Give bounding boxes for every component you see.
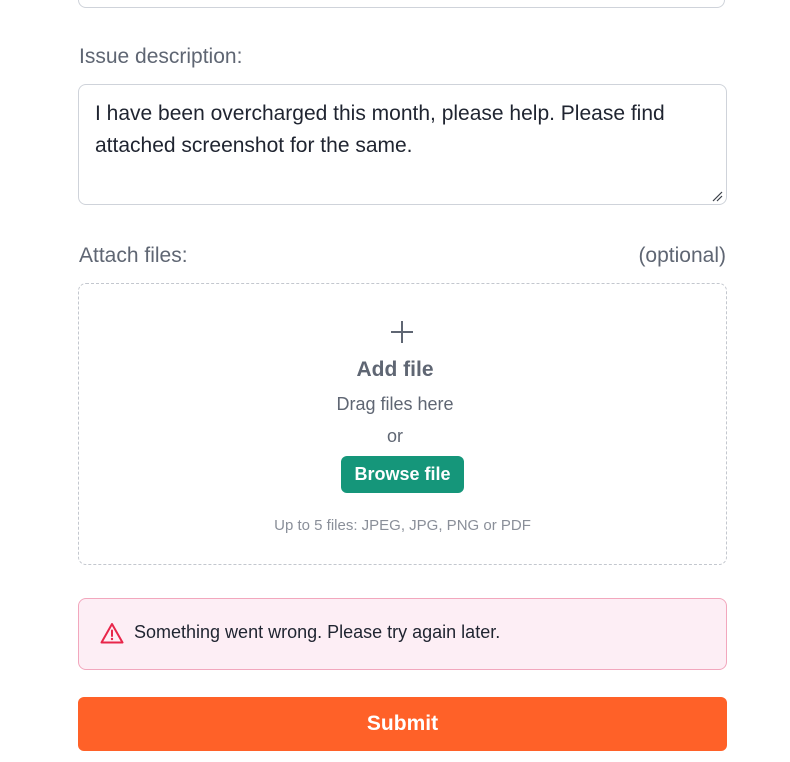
add-file-heading: Add file <box>356 358 434 381</box>
issue-description-textarea[interactable]: I have been overcharged this month, plea… <box>78 84 727 205</box>
resize-handle-icon[interactable] <box>711 190 723 202</box>
previous-input-field[interactable] <box>78 0 725 8</box>
error-message: Something went wrong. Please try again l… <box>134 622 501 642</box>
warning-icon <box>100 623 124 644</box>
attach-files-label: Attach files: <box>79 244 188 267</box>
or-text: or <box>386 426 403 446</box>
issue-description-label: Issue description: <box>79 45 243 68</box>
file-types-hint: Up to 5 files: JPEG, JPG, PNG or PDF <box>274 517 531 534</box>
plus-icon <box>391 321 413 343</box>
submit-button[interactable]: Submit <box>78 697 727 751</box>
support-form: Issue description: I have been overcharg… <box>0 0 790 762</box>
drag-files-text: Drag files here <box>336 394 454 414</box>
optional-label: (optional) <box>638 244 726 267</box>
browse-file-button[interactable]: Browse file <box>341 456 464 493</box>
